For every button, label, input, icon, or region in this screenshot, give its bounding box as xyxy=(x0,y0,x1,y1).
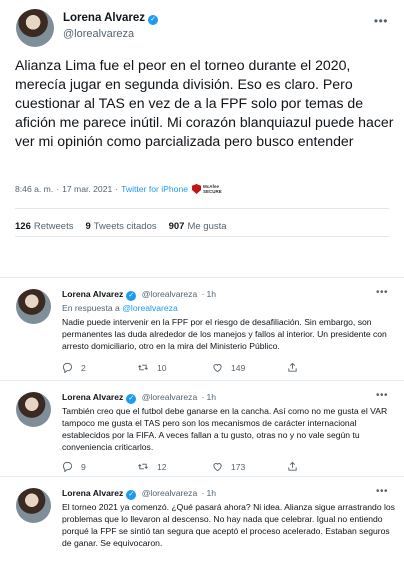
retweets-count: 126 xyxy=(15,221,31,232)
replying-to-handle[interactable]: @lorealvareza xyxy=(122,303,178,313)
tweet-source[interactable]: Twitter for iPhone xyxy=(121,184,188,194)
header-separator: · xyxy=(201,488,205,498)
quotes-label: Tweets citados xyxy=(93,221,157,232)
replying-to: En respuesta a @lorealvareza xyxy=(62,303,178,313)
more-options-icon[interactable]: ••• xyxy=(376,390,388,401)
reply-text: Nadie puede intervenir en la FPF por el … xyxy=(62,317,387,351)
more-options-icon[interactable]: ••• xyxy=(376,287,388,298)
heart-icon xyxy=(213,463,222,472)
reply-icon xyxy=(62,362,73,373)
retweet-button[interactable]: 12 xyxy=(137,461,212,472)
share-icon xyxy=(288,362,297,372)
tweet-meta: 8:46 a. m. · 17 mar. 2021 · Twitter for … xyxy=(15,184,222,194)
share-button[interactable] xyxy=(287,362,362,373)
reply-action-bar: 9 12 173 xyxy=(62,461,362,472)
header-separator: · xyxy=(201,289,205,299)
like-button[interactable]: 149 xyxy=(212,362,287,373)
retweet-icon xyxy=(138,463,148,470)
tweet-age[interactable]: 1h xyxy=(207,488,217,498)
author-name[interactable]: Lorena Alvarez xyxy=(62,392,123,402)
retweet-icon xyxy=(138,364,148,371)
main-tweet: Lorena Alvarez ✓ @lorealvareza ••• Alianz… xyxy=(0,0,404,246)
author-handle[interactable]: @lorealvareza xyxy=(142,392,198,402)
reply-tweet[interactable]: Lorena Alvarez ✓ @lorealvareza · 1h ••• En… xyxy=(0,277,404,380)
retweets-label: Retweets xyxy=(33,221,74,232)
share-button[interactable] xyxy=(287,461,362,472)
author-name[interactable]: Lorena Alvarez ✓ xyxy=(63,12,159,25)
author-handle[interactable]: @lorealvareza xyxy=(142,289,198,299)
more-options-icon[interactable]: ••• xyxy=(376,486,388,497)
like-count: 173 xyxy=(231,461,246,472)
author-name-text[interactable]: Lorena Alvarez xyxy=(63,12,145,24)
reply-button[interactable]: 2 xyxy=(62,362,137,373)
mcafee-line2: SECURE xyxy=(203,189,222,194)
verified-badge-icon: ✓ xyxy=(126,490,137,500)
reply-header: Lorena Alvarez ✓ @lorealvareza · 1h xyxy=(62,392,216,404)
reply-button[interactable]: 9 xyxy=(62,461,137,472)
divider xyxy=(15,208,389,209)
reply-count: 9 xyxy=(81,461,86,472)
reply-text: También creo que el futbol debe ganarse … xyxy=(62,406,388,452)
more-options-icon[interactable]: ••• xyxy=(374,14,388,28)
likes-stat[interactable]: 907 Me gusta xyxy=(169,221,227,232)
mcafee-shield-icon xyxy=(192,184,202,194)
reply-count: 2 xyxy=(81,362,86,373)
author-name[interactable]: Lorena Alvarez xyxy=(62,488,123,498)
author-handle[interactable]: @lorealvareza xyxy=(142,488,198,498)
tweet-stats: 126 Retweets 9 Tweets citados 907 Me gusta xyxy=(15,221,227,232)
verified-badge-icon: ✓ xyxy=(126,394,137,404)
share-icon xyxy=(288,461,297,471)
like-button[interactable]: 173 xyxy=(212,461,287,472)
avatar[interactable] xyxy=(16,9,54,47)
reply-text: El torneo 2021 ya comenzó. ¿Qué pasará a… xyxy=(62,502,395,548)
reply-header: Lorena Alvarez ✓ @lorealvareza · 1h xyxy=(62,289,216,301)
retweet-count: 10 xyxy=(157,362,167,373)
mcafee-text: McAfee SECURE xyxy=(203,184,222,194)
tweet-age[interactable]: 1h xyxy=(207,289,217,299)
verified-badge-icon: ✓ xyxy=(126,291,137,301)
tweet-time[interactable]: 8:46 a. m. xyxy=(15,184,53,194)
verified-badge-icon: ✓ xyxy=(148,15,159,25)
replying-prefix: En respuesta a xyxy=(62,303,120,313)
tweet-age[interactable]: 1h xyxy=(207,392,217,402)
retweet-count: 12 xyxy=(157,461,167,472)
author-handle[interactable]: @lorealvareza xyxy=(63,28,134,40)
header-separator: · xyxy=(201,392,205,402)
reply-header: Lorena Alvarez ✓ @lorealvareza · 1h xyxy=(62,488,216,500)
meta-separator: · xyxy=(115,184,119,194)
avatar[interactable] xyxy=(16,488,51,523)
retweet-button[interactable]: 10 xyxy=(137,362,212,373)
tweet-date[interactable]: 17 mar. 2021 xyxy=(62,184,112,194)
retweets-stat[interactable]: 126 Retweets xyxy=(15,221,73,232)
like-count: 149 xyxy=(231,362,246,373)
quotes-stat[interactable]: 9 Tweets citados xyxy=(85,221,156,232)
likes-label: Me gusta xyxy=(187,221,227,232)
author-name[interactable]: Lorena Alvarez xyxy=(62,289,123,299)
tweet-text: Alianza Lima fue el peor en el torneo du… xyxy=(15,57,394,149)
likes-count: 907 xyxy=(168,221,185,232)
meta-separator: · xyxy=(56,184,60,194)
avatar[interactable] xyxy=(16,392,51,427)
quotes-count: 9 xyxy=(85,221,91,232)
mcafee-secure-badge: McAfee SECURE xyxy=(192,184,222,194)
reply-tweet[interactable]: Lorena Alvarez ✓ @lorealvareza · 1h ••• El… xyxy=(0,476,404,569)
reply-icon xyxy=(62,461,73,472)
reply-action-bar: 2 10 149 xyxy=(62,362,362,373)
divider xyxy=(15,236,389,237)
avatar[interactable] xyxy=(16,289,51,324)
reply-tweet[interactable]: Lorena Alvarez ✓ @lorealvareza · 1h ••• Ta… xyxy=(0,380,404,476)
heart-icon xyxy=(213,364,222,373)
